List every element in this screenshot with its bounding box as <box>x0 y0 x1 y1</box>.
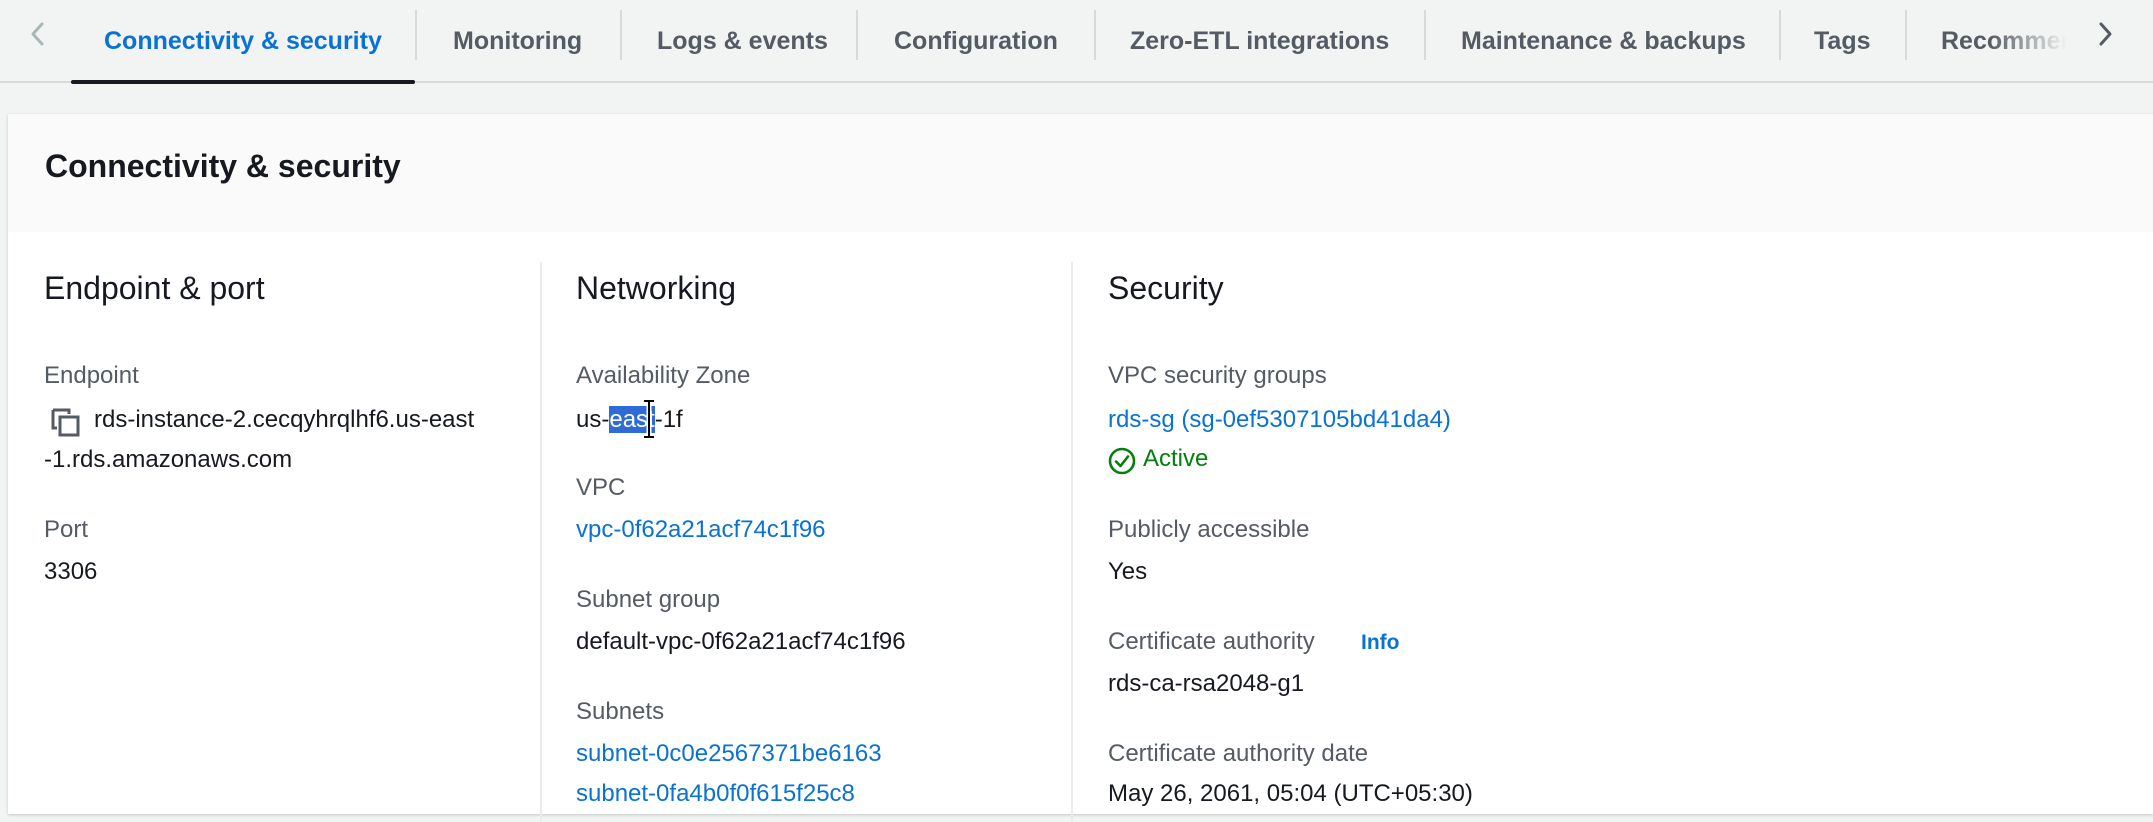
certificate-authority-date-value: May 26, 2061, 05:04 (UTC+05:30) <box>1108 780 1473 807</box>
certificate-authority-info-link[interactable]: Info <box>1361 631 1399 655</box>
subnet-link[interactable]: subnet-0c0e2567371be6163 <box>576 740 882 768</box>
vpc-label: VPC <box>576 474 626 501</box>
tab-connectivity-security[interactable]: Connectivity & security <box>104 0 382 83</box>
endpoint-value-line1: rds-instance-2.cecqyhrqlhf6.us-east <box>94 406 475 433</box>
security-group-link[interactable]: rds-sg (sg-0ef5307105bd41da4) <box>1108 406 1451 434</box>
tab-separator <box>1424 10 1426 60</box>
security-group-status: Active <box>1143 445 1209 472</box>
availability-zone-label: Availability Zone <box>576 362 751 389</box>
active-tab-indicator <box>71 80 415 84</box>
tab-separator <box>620 10 622 60</box>
chevron-right-icon <box>2099 22 2112 46</box>
column-divider <box>1071 262 1073 822</box>
endpoint-label: Endpoint <box>44 362 139 389</box>
tab-overflow-fade <box>1990 0 2080 80</box>
publicly-accessible-label: Publicly accessible <box>1108 516 1310 543</box>
tab-zero-etl-integrations[interactable]: Zero-ETL integrations <box>1130 0 1389 83</box>
vpc-security-groups-label: VPC security groups <box>1108 362 1327 389</box>
tab-separator <box>415 10 417 60</box>
tab-monitoring[interactable]: Monitoring <box>453 0 582 83</box>
column-divider <box>540 262 542 822</box>
tab-bar: Connectivity & security Monitoring Logs … <box>0 0 2153 84</box>
certificate-authority-value: rds-ca-rsa2048-g1 <box>1108 670 1305 697</box>
tab-logs-events[interactable]: Logs & events <box>657 0 828 83</box>
tab-separator <box>1905 10 1907 60</box>
az-text-before: us- <box>576 406 610 433</box>
container-header: Connectivity & security <box>8 114 2153 232</box>
subnets-label: Subnets <box>576 698 665 725</box>
subnet-link[interactable]: subnet-0fa4b0f0f615f25c8 <box>576 780 855 808</box>
tabs-scroll-right-button[interactable] <box>2085 12 2125 56</box>
connectivity-security-container: Connectivity & security Endpoint & port … <box>8 114 2153 822</box>
port-label: Port <box>44 516 89 543</box>
endpoint-value-line2: -1.rds.amazonaws.com <box>44 446 293 473</box>
tab-separator <box>1094 10 1096 60</box>
text-cursor-icon <box>644 399 654 439</box>
certificate-authority-label: Certificate authority <box>1108 628 1315 655</box>
port-value: 3306 <box>44 558 98 585</box>
endpoint-port-heading: Endpoint & port <box>44 270 265 306</box>
tab-maintenance-backups[interactable]: Maintenance & backups <box>1461 0 1746 83</box>
publicly-accessible-value: Yes <box>1108 558 1148 585</box>
subnet-group-value: default-vpc-0f62a21acf74c1f96 <box>576 628 906 655</box>
success-check-icon <box>1108 447 1136 475</box>
tabs-scroll-left-button[interactable] <box>18 12 58 56</box>
networking-heading: Networking <box>576 270 737 306</box>
section-title: Connectivity & security <box>45 148 401 184</box>
tab-separator <box>856 10 858 60</box>
copy-icon[interactable] <box>49 406 83 440</box>
chevron-left-icon <box>31 22 44 46</box>
vpc-link[interactable]: vpc-0f62a21acf74c1f96 <box>576 516 826 544</box>
tab-configuration[interactable]: Configuration <box>894 0 1058 83</box>
subnet-group-label: Subnet group <box>576 586 721 613</box>
certificate-authority-date-label: Certificate authority date <box>1108 740 1369 767</box>
tab-separator <box>1779 10 1781 60</box>
availability-zone-value: us-east-1f <box>576 406 683 434</box>
az-text-after: -1f <box>654 406 683 433</box>
tab-tags[interactable]: Tags <box>1814 0 1871 83</box>
security-heading: Security <box>1108 270 1224 306</box>
